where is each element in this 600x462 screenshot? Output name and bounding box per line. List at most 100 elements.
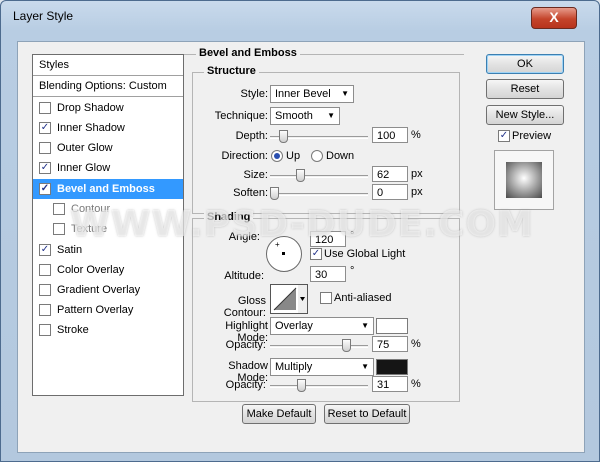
altitude-unit: °: [350, 265, 355, 277]
bevel-emboss-title: Bevel and Emboss: [196, 47, 300, 59]
use-global-light-label: Use Global Light: [324, 248, 406, 260]
highlight-opacity-label: Opacity:: [225, 339, 266, 351]
dialog-client: Styles Blending Options: Custom Drop Sha…: [17, 41, 585, 453]
altitude-input[interactable]: 30: [310, 266, 346, 282]
direction-up-label: Up: [286, 150, 301, 162]
soften-input[interactable]: 0: [372, 184, 408, 200]
gradient-overlay-checkbox[interactable]: [39, 284, 51, 296]
highlight-opacity-slider[interactable]: [270, 345, 368, 348]
direction-label: Direction:: [221, 150, 268, 162]
inner-shadow-checkbox[interactable]: ✓: [39, 122, 51, 134]
size-slider[interactable]: [270, 175, 368, 178]
style-item-inner-shadow[interactable]: ✓ Inner Shadow: [33, 118, 183, 138]
chevron-down-icon: ▼: [361, 362, 369, 371]
style-preview-thumbnail: [494, 150, 554, 210]
style-item-gradient-overlay[interactable]: Gradient Overlay: [33, 280, 183, 300]
shading-title: Shading: [204, 211, 254, 223]
shadow-opacity-unit: %: [411, 378, 421, 390]
soften-unit: px: [411, 186, 423, 198]
inner-glow-checkbox[interactable]: ✓: [39, 162, 51, 174]
shadow-mode-dropdown[interactable]: Multiply ▼: [270, 358, 374, 376]
style-value: Inner Bevel: [275, 88, 331, 100]
depth-label: Depth:: [235, 130, 268, 142]
style-item-contour[interactable]: Contour: [33, 199, 183, 219]
style-item-stroke[interactable]: Stroke: [33, 320, 183, 340]
direction-up-radio[interactable]: [271, 150, 283, 162]
angle-dial-center: [282, 252, 285, 255]
angle-input[interactable]: 120: [310, 231, 346, 247]
gloss-contour-label: Gloss Contour:: [223, 295, 266, 319]
soften-label: Soften:: [233, 187, 268, 199]
stroke-checkbox[interactable]: [39, 324, 51, 336]
shadow-opacity-slider[interactable]: [270, 385, 368, 388]
light-crosshair-icon: +: [275, 240, 280, 249]
reset-to-default-button[interactable]: Reset to Default: [324, 404, 410, 424]
style-item-pattern-overlay[interactable]: Pattern Overlay: [33, 300, 183, 320]
contour-checkbox[interactable]: [53, 203, 65, 215]
chevron-down-icon: ▼: [327, 111, 335, 120]
style-label: Style:: [240, 88, 268, 100]
style-item-inner-glow[interactable]: ✓ Inner Glow: [33, 158, 183, 178]
texture-checkbox[interactable]: [53, 223, 65, 235]
window-title: Layer Style: [13, 9, 74, 23]
blending-options[interactable]: Blending Options: Custom: [33, 76, 183, 97]
depth-input[interactable]: 100: [372, 127, 408, 143]
style-item-outer-glow[interactable]: Outer Glow: [33, 138, 183, 158]
ok-button[interactable]: OK: [486, 54, 564, 74]
soften-slider[interactable]: [270, 193, 368, 196]
anti-aliased-label: Anti-aliased: [334, 292, 392, 304]
anti-aliased-checkbox[interactable]: [320, 292, 332, 304]
bevel-emboss-checkbox[interactable]: ✓: [39, 183, 51, 195]
style-item-bevel-emboss[interactable]: ✓ Bevel and Emboss: [33, 179, 183, 199]
technique-label: Technique:: [214, 110, 268, 122]
outer-glow-checkbox[interactable]: [39, 142, 51, 154]
preview-swatch: [506, 162, 542, 198]
highlight-opacity-thumb[interactable]: [342, 339, 351, 352]
shadow-mode-value: Multiply: [275, 361, 313, 373]
technique-dropdown[interactable]: Smooth ▼: [270, 107, 340, 125]
altitude-label: Altitude:: [224, 270, 264, 282]
size-unit: px: [411, 168, 423, 180]
highlight-mode-value: Overlay: [275, 320, 313, 332]
drop-shadow-checkbox[interactable]: [39, 102, 51, 114]
shadow-opacity-thumb[interactable]: [297, 379, 306, 392]
style-item-color-overlay[interactable]: Color Overlay: [33, 260, 183, 280]
color-overlay-checkbox[interactable]: [39, 264, 51, 276]
depth-unit: %: [411, 129, 421, 141]
style-dropdown[interactable]: Inner Bevel ▼: [270, 85, 354, 103]
highlight-opacity-input[interactable]: 75: [372, 336, 408, 352]
shadow-opacity-label: Opacity:: [225, 379, 266, 391]
style-item-satin[interactable]: ✓ Satin: [33, 240, 183, 260]
highlight-mode-dropdown[interactable]: Overlay ▼: [270, 317, 374, 335]
use-global-light-checkbox[interactable]: ✓: [310, 248, 322, 260]
shadow-color-swatch[interactable]: [376, 359, 408, 375]
styles-list: Styles Blending Options: Custom Drop Sha…: [32, 54, 184, 396]
angle-dial[interactable]: +: [266, 236, 302, 272]
highlight-color-swatch[interactable]: [376, 318, 408, 334]
make-default-button[interactable]: Make Default: [242, 404, 316, 424]
preview-label: Preview: [512, 130, 552, 142]
reset-button[interactable]: Reset: [486, 79, 564, 99]
pattern-overlay-checkbox[interactable]: [39, 304, 51, 316]
satin-checkbox[interactable]: ✓: [39, 244, 51, 256]
chevron-down-icon: ▼: [361, 321, 369, 330]
soften-slider-thumb[interactable]: [270, 187, 279, 200]
contour-preview-icon: [273, 285, 307, 313]
technique-value: Smooth: [275, 110, 313, 122]
new-style-button[interactable]: New Style...: [486, 105, 564, 125]
gloss-contour-picker[interactable]: [270, 284, 308, 314]
style-item-drop-shadow[interactable]: Drop Shadow: [33, 98, 183, 118]
styles-header[interactable]: Styles: [33, 55, 183, 76]
direction-down-radio[interactable]: [311, 150, 323, 162]
style-item-texture[interactable]: Texture: [33, 219, 183, 239]
direction-down-label: Down: [326, 150, 355, 162]
title-bar[interactable]: Layer Style X: [1, 1, 599, 31]
angle-label: Angle:: [228, 231, 260, 243]
preview-checkbox[interactable]: ✓: [498, 130, 510, 142]
size-input[interactable]: 62: [372, 166, 408, 182]
depth-slider-thumb[interactable]: [279, 130, 288, 143]
close-button[interactable]: X: [531, 7, 577, 29]
layer-style-window: Layer Style X Styles Blending Options: C…: [0, 0, 600, 462]
size-slider-thumb[interactable]: [296, 169, 305, 182]
shadow-opacity-input[interactable]: 31: [372, 376, 408, 392]
